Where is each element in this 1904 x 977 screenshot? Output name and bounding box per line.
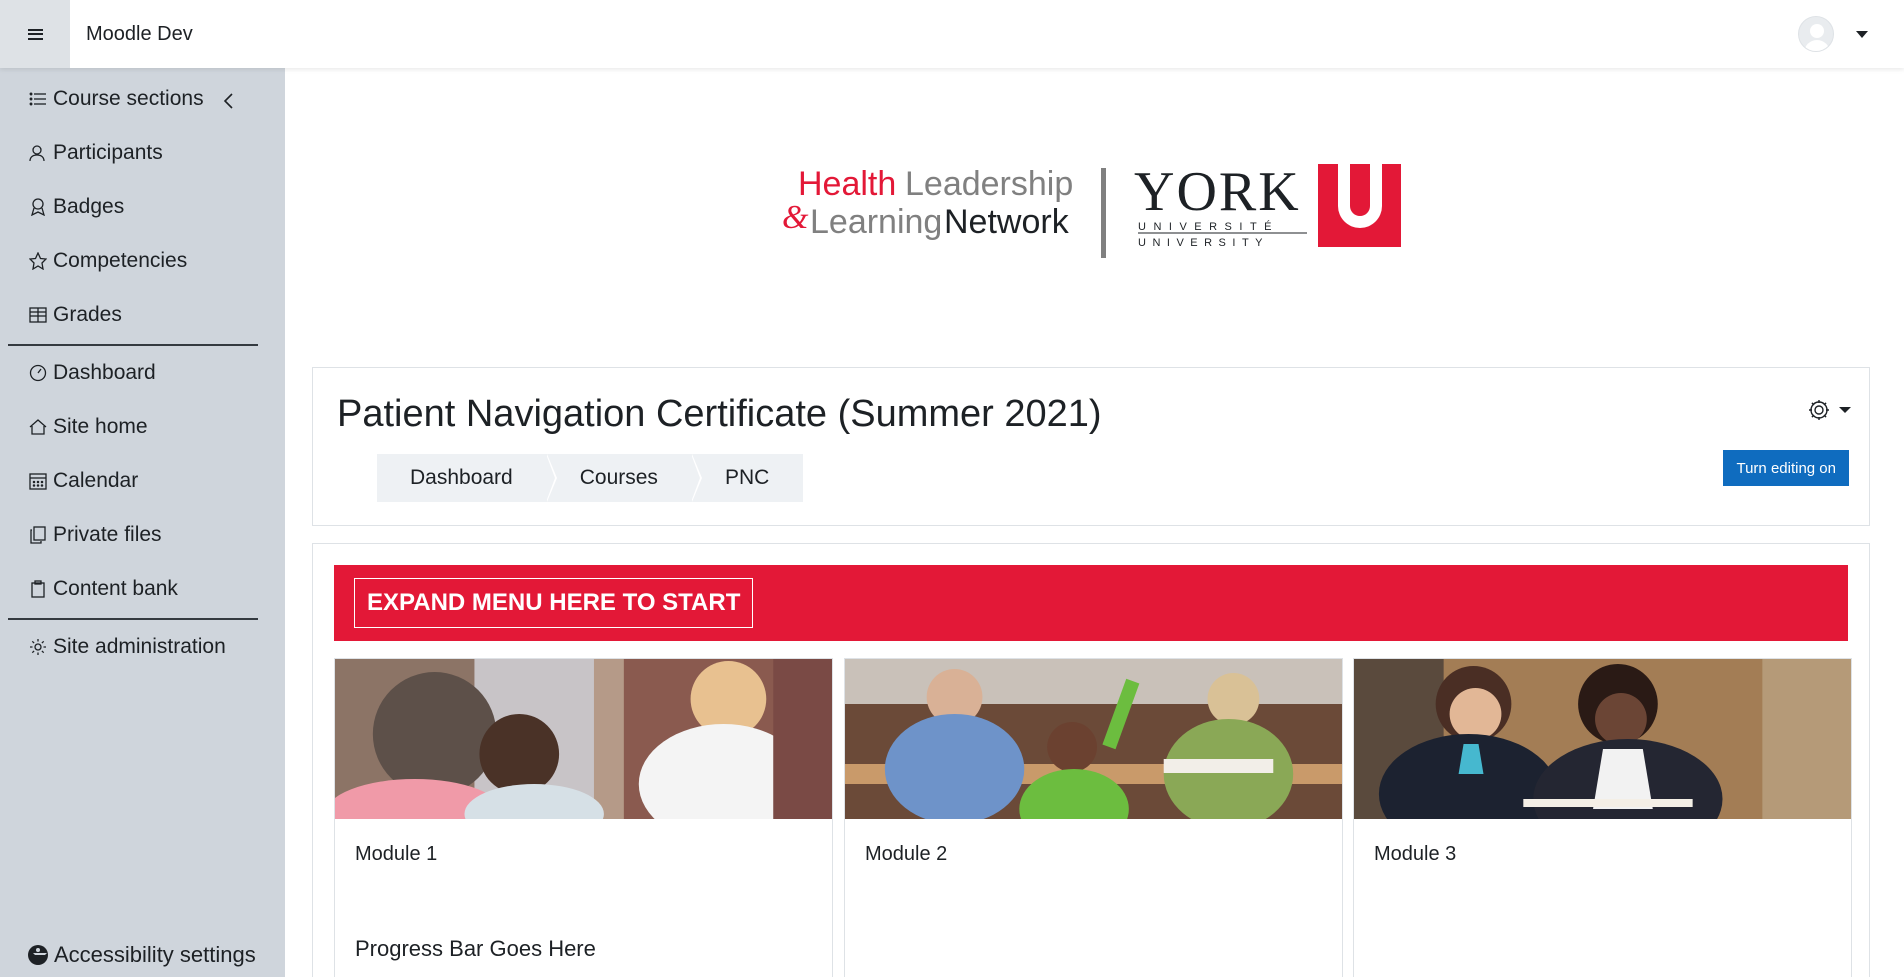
- avatar: [1798, 16, 1834, 52]
- sidebar-item-content-bank[interactable]: Content bank: [28, 577, 178, 601]
- home-icon: [28, 417, 48, 437]
- module-card-1[interactable]: Module 1 Progress Bar Goes Here: [334, 658, 833, 977]
- top-navbar: Moodle Dev: [0, 0, 1904, 68]
- sidebar-item-dashboard[interactable]: Dashboard: [28, 361, 156, 385]
- gear-icon: [1809, 400, 1829, 420]
- users-icon: [28, 143, 48, 163]
- turn-editing-on-button[interactable]: Turn editing on: [1723, 450, 1849, 486]
- sidebar-item-private-files[interactable]: Private files: [28, 523, 162, 547]
- logo-word: YORK: [1134, 161, 1301, 223]
- sidebar-item-label: Site home: [53, 415, 148, 438]
- accessibility-icon: [28, 945, 48, 965]
- hamburger-icon: [27, 28, 43, 40]
- accessibility-settings-link[interactable]: Accessibility settings: [28, 942, 256, 968]
- module-card-3[interactable]: Module 3: [1353, 658, 1852, 977]
- dashboard-icon: [28, 363, 48, 383]
- clipboard-icon: [28, 579, 48, 599]
- sidebar-item-badges[interactable]: Badges: [28, 195, 124, 219]
- course-header: Patient Navigation Certificate (Summer 2…: [312, 367, 1870, 526]
- sidebar-item-label: Participants: [53, 141, 163, 164]
- caret-down-icon: [1839, 407, 1851, 413]
- accessibility-label: Accessibility settings: [54, 942, 256, 967]
- table-icon: [28, 305, 48, 325]
- calendar-icon: [28, 471, 48, 491]
- module-title: Module 3: [1374, 843, 1457, 865]
- sidebar-item-competencies[interactable]: Competencies: [28, 249, 187, 273]
- module-image: [845, 659, 1342, 819]
- sidebar-item-grades[interactable]: Grades: [28, 303, 122, 327]
- breadcrumb-item-pnc[interactable]: PNC: [692, 454, 803, 502]
- sidebar-divider: [8, 618, 258, 620]
- logo-word: Health: [798, 165, 896, 203]
- expand-menu-button[interactable]: EXPAND MENU HERE TO START: [354, 578, 754, 628]
- hamburger-menu-button[interactable]: [0, 0, 70, 68]
- sidebar-item-label: Content bank: [53, 577, 178, 600]
- sidebar-item-label: Course sections: [53, 87, 204, 110]
- sidebar-item-site-administration[interactable]: Site administration: [28, 635, 226, 659]
- file-icon: [28, 525, 48, 545]
- course-logo: Health Leadership & Learning Network YOR…: [780, 160, 1410, 260]
- sidebar-item-course-sections[interactable]: Course sections: [28, 87, 204, 111]
- module-card-2[interactable]: Module 2: [844, 658, 1343, 977]
- logo-word: UNIVERSITÉ: [1138, 220, 1279, 233]
- module-title: Module 1: [355, 843, 438, 865]
- module-title: Module 2: [865, 843, 948, 865]
- start-banner: EXPAND MENU HERE TO START: [334, 565, 1848, 641]
- logo-word: Network: [944, 203, 1070, 241]
- list-icon: [28, 89, 48, 109]
- breadcrumb-item-dashboard[interactable]: Dashboard: [377, 454, 557, 502]
- sidebar-divider: [8, 344, 258, 346]
- sidebar-item-calendar[interactable]: Calendar: [28, 469, 138, 493]
- sidebar-item-label: Calendar: [53, 469, 139, 492]
- page-title: Patient Navigation Certificate (Summer 2…: [337, 393, 1102, 435]
- breadcrumb-item-courses[interactable]: Courses: [547, 454, 703, 502]
- gear-icon: [28, 637, 48, 657]
- sidebar-item-label: Private files: [53, 523, 162, 546]
- chevron-left-icon[interactable]: [222, 91, 236, 111]
- site-name[interactable]: Moodle Dev: [86, 23, 193, 46]
- module-progress-text: Progress Bar Goes Here: [355, 936, 596, 961]
- sidebar-item-participants[interactable]: Participants: [28, 141, 163, 165]
- user-menu[interactable]: [1798, 16, 1868, 52]
- course-actions-menu[interactable]: [1807, 398, 1851, 422]
- logo-word: Leadership: [905, 165, 1073, 203]
- sidebar-item-site-home[interactable]: Site home: [28, 415, 148, 439]
- logo-word: &: [782, 199, 809, 236]
- module-image: [335, 659, 832, 819]
- logo-word: UNIVERSITY: [1138, 237, 1269, 249]
- module-image: [1354, 659, 1851, 819]
- sidebar-item-label: Competencies: [53, 249, 188, 272]
- breadcrumb: Dashboard Courses PNC: [377, 454, 804, 502]
- sidebar-item-label: Dashboard: [53, 361, 156, 384]
- star-icon: [28, 251, 48, 271]
- sidebar-item-label: Site administration: [53, 635, 226, 658]
- course-content: EXPAND MENU HERE TO START Module 1 Progr…: [312, 543, 1870, 977]
- sidebar-item-label: Grades: [53, 303, 122, 326]
- sidebar-item-label: Badges: [53, 195, 125, 218]
- caret-down-icon: [1856, 30, 1868, 38]
- award-icon: [28, 197, 48, 217]
- logo-word: Learning: [810, 203, 942, 241]
- sidebar: Course sections Participants Badges Comp…: [0, 68, 285, 977]
